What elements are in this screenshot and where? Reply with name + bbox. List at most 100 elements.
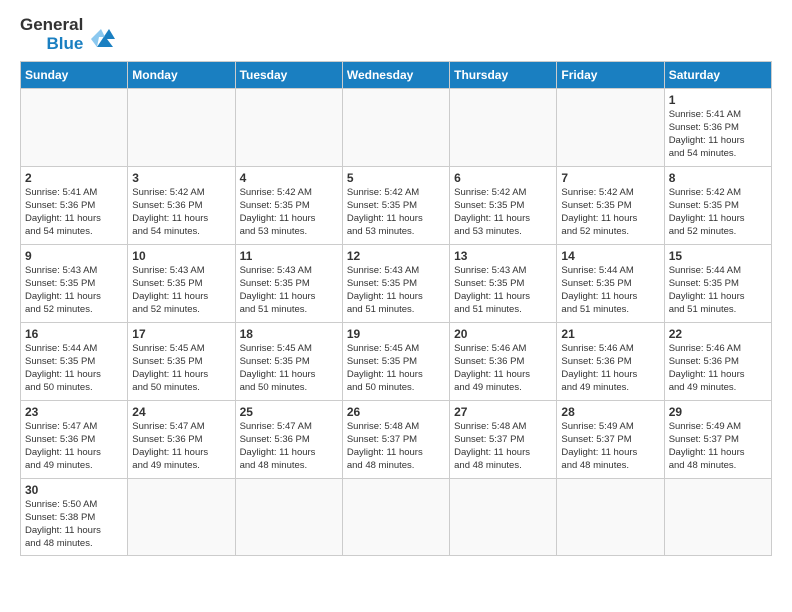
calendar-table: SundayMondayTuesdayWednesdayThursdayFrid… — [20, 61, 772, 555]
day-info: Sunrise: 5:44 AM Sunset: 5:35 PM Dayligh… — [25, 343, 123, 394]
day-cell: 10 Sunrise: 5:43 AM Sunset: 5:35 PM Dayli… — [128, 245, 235, 323]
week-row-6: 30 Sunrise: 5:50 AM Sunset: 5:38 PM Dayli… — [21, 479, 772, 555]
day-info: Sunrise: 5:49 AM Sunset: 5:37 PM Dayligh… — [561, 421, 659, 472]
day-cell: 17Sunrise: 5:45 AM Sunset: 5:35 PM Dayli… — [128, 323, 235, 401]
day-number: 6 — [454, 171, 552, 185]
day-number: 23 — [25, 405, 123, 419]
day-info: Sunrise: 5:42 AM Sunset: 5:35 PM Dayligh… — [347, 187, 445, 238]
logo-general: General — [20, 16, 83, 35]
day-cell: 5Sunrise: 5:42 AM Sunset: 5:35 PM Daylig… — [342, 167, 449, 245]
header: General Blue — [20, 16, 772, 53]
day-cell — [557, 89, 664, 167]
col-header-tuesday: Tuesday — [235, 62, 342, 89]
week-row-3: 9 Sunrise: 5:43 AM Sunset: 5:35 PM Daylig… — [21, 245, 772, 323]
day-cell: 7Sunrise: 5:42 AM Sunset: 5:35 PM Daylig… — [557, 167, 664, 245]
day-cell: 29 Sunrise: 5:49 AM Sunset: 5:37 PM Dayli… — [664, 401, 771, 479]
day-number: 9 — [25, 249, 123, 263]
day-cell: 22Sunrise: 5:46 AM Sunset: 5:36 PM Dayli… — [664, 323, 771, 401]
day-number: 3 — [132, 171, 230, 185]
day-cell: 8 Sunrise: 5:42 AM Sunset: 5:35 PM Daylig… — [664, 167, 771, 245]
day-number: 18 — [240, 327, 338, 341]
day-cell: 12 Sunrise: 5:43 AM Sunset: 5:35 PM Dayli… — [342, 245, 449, 323]
day-cell: 30 Sunrise: 5:50 AM Sunset: 5:38 PM Dayli… — [21, 479, 128, 555]
day-cell: 18Sunrise: 5:45 AM Sunset: 5:35 PM Dayli… — [235, 323, 342, 401]
day-cell: 2Sunrise: 5:41 AM Sunset: 5:36 PM Daylig… — [21, 167, 128, 245]
day-info: Sunrise: 5:42 AM Sunset: 5:35 PM Dayligh… — [669, 187, 767, 238]
day-cell: 20 Sunrise: 5:46 AM Sunset: 5:36 PM Dayli… — [450, 323, 557, 401]
day-cell: 14 Sunrise: 5:44 AM Sunset: 5:35 PM Dayli… — [557, 245, 664, 323]
day-number: 29 — [669, 405, 767, 419]
day-number: 10 — [132, 249, 230, 263]
day-info: Sunrise: 5:47 AM Sunset: 5:36 PM Dayligh… — [132, 421, 230, 472]
day-cell: 24Sunrise: 5:47 AM Sunset: 5:36 PM Dayli… — [128, 401, 235, 479]
day-cell: 21 Sunrise: 5:46 AM Sunset: 5:36 PM Dayli… — [557, 323, 664, 401]
col-header-saturday: Saturday — [664, 62, 771, 89]
day-number: 25 — [240, 405, 338, 419]
week-row-1: 1 Sunrise: 5:41 AM Sunset: 5:36 PM Daylig… — [21, 89, 772, 167]
day-number: 16 — [25, 327, 123, 341]
day-number: 12 — [347, 249, 445, 263]
day-cell: 26 Sunrise: 5:48 AM Sunset: 5:37 PM Dayli… — [342, 401, 449, 479]
day-cell — [21, 89, 128, 167]
day-cell: 16 Sunrise: 5:44 AM Sunset: 5:35 PM Dayli… — [21, 323, 128, 401]
day-info: Sunrise: 5:42 AM Sunset: 5:35 PM Dayligh… — [240, 187, 338, 238]
day-info: Sunrise: 5:42 AM Sunset: 5:36 PM Dayligh… — [132, 187, 230, 238]
day-info: Sunrise: 5:43 AM Sunset: 5:35 PM Dayligh… — [25, 265, 123, 316]
day-cell: 23 Sunrise: 5:47 AM Sunset: 5:36 PM Dayli… — [21, 401, 128, 479]
day-info: Sunrise: 5:47 AM Sunset: 5:36 PM Dayligh… — [25, 421, 123, 472]
day-number: 4 — [240, 171, 338, 185]
day-number: 26 — [347, 405, 445, 419]
day-cell — [450, 89, 557, 167]
day-number: 15 — [669, 249, 767, 263]
day-info: Sunrise: 5:47 AM Sunset: 5:36 PM Dayligh… — [240, 421, 338, 472]
logo: General Blue — [20, 16, 119, 53]
day-info: Sunrise: 5:43 AM Sunset: 5:35 PM Dayligh… — [454, 265, 552, 316]
day-info: Sunrise: 5:48 AM Sunset: 5:37 PM Dayligh… — [454, 421, 552, 472]
day-cell: 11 Sunrise: 5:43 AM Sunset: 5:35 PM Dayli… — [235, 245, 342, 323]
day-info: Sunrise: 5:49 AM Sunset: 5:37 PM Dayligh… — [669, 421, 767, 472]
week-row-4: 16 Sunrise: 5:44 AM Sunset: 5:35 PM Dayli… — [21, 323, 772, 401]
col-header-monday: Monday — [128, 62, 235, 89]
col-header-thursday: Thursday — [450, 62, 557, 89]
day-number: 21 — [561, 327, 659, 341]
week-row-5: 23 Sunrise: 5:47 AM Sunset: 5:36 PM Dayli… — [21, 401, 772, 479]
day-number: 8 — [669, 171, 767, 185]
col-header-sunday: Sunday — [21, 62, 128, 89]
day-info: Sunrise: 5:46 AM Sunset: 5:36 PM Dayligh… — [561, 343, 659, 394]
day-info: Sunrise: 5:43 AM Sunset: 5:35 PM Dayligh… — [240, 265, 338, 316]
day-cell: 15Sunrise: 5:44 AM Sunset: 5:35 PM Dayli… — [664, 245, 771, 323]
col-header-friday: Friday — [557, 62, 664, 89]
day-info: Sunrise: 5:42 AM Sunset: 5:35 PM Dayligh… — [561, 187, 659, 238]
day-cell: 13Sunrise: 5:43 AM Sunset: 5:35 PM Dayli… — [450, 245, 557, 323]
day-number: 22 — [669, 327, 767, 341]
day-cell — [664, 479, 771, 555]
day-cell — [235, 479, 342, 555]
day-info: Sunrise: 5:43 AM Sunset: 5:35 PM Dayligh… — [347, 265, 445, 316]
day-info: Sunrise: 5:44 AM Sunset: 5:35 PM Dayligh… — [561, 265, 659, 316]
day-cell: 9 Sunrise: 5:43 AM Sunset: 5:35 PM Daylig… — [21, 245, 128, 323]
day-number: 1 — [669, 93, 767, 107]
day-cell — [342, 89, 449, 167]
day-cell — [128, 89, 235, 167]
day-cell — [450, 479, 557, 555]
day-info: Sunrise: 5:43 AM Sunset: 5:35 PM Dayligh… — [132, 265, 230, 316]
day-info: Sunrise: 5:46 AM Sunset: 5:36 PM Dayligh… — [454, 343, 552, 394]
day-info: Sunrise: 5:48 AM Sunset: 5:37 PM Dayligh… — [347, 421, 445, 472]
day-cell: 28 Sunrise: 5:49 AM Sunset: 5:37 PM Dayli… — [557, 401, 664, 479]
day-number: 20 — [454, 327, 552, 341]
week-row-2: 2Sunrise: 5:41 AM Sunset: 5:36 PM Daylig… — [21, 167, 772, 245]
day-cell: 19Sunrise: 5:45 AM Sunset: 5:35 PM Dayli… — [342, 323, 449, 401]
day-number: 14 — [561, 249, 659, 263]
day-number: 11 — [240, 249, 338, 263]
day-cell: 1 Sunrise: 5:41 AM Sunset: 5:36 PM Daylig… — [664, 89, 771, 167]
day-cell: 25 Sunrise: 5:47 AM Sunset: 5:36 PM Dayli… — [235, 401, 342, 479]
day-number: 28 — [561, 405, 659, 419]
day-info: Sunrise: 5:50 AM Sunset: 5:38 PM Dayligh… — [25, 499, 123, 550]
day-cell: 3 Sunrise: 5:42 AM Sunset: 5:36 PM Daylig… — [128, 167, 235, 245]
day-info: Sunrise: 5:41 AM Sunset: 5:36 PM Dayligh… — [25, 187, 123, 238]
day-info: Sunrise: 5:45 AM Sunset: 5:35 PM Dayligh… — [132, 343, 230, 394]
day-cell: 4 Sunrise: 5:42 AM Sunset: 5:35 PM Daylig… — [235, 167, 342, 245]
day-number: 30 — [25, 483, 123, 497]
day-info: Sunrise: 5:41 AM Sunset: 5:36 PM Dayligh… — [669, 109, 767, 160]
logo-blue: Blue — [46, 35, 83, 54]
